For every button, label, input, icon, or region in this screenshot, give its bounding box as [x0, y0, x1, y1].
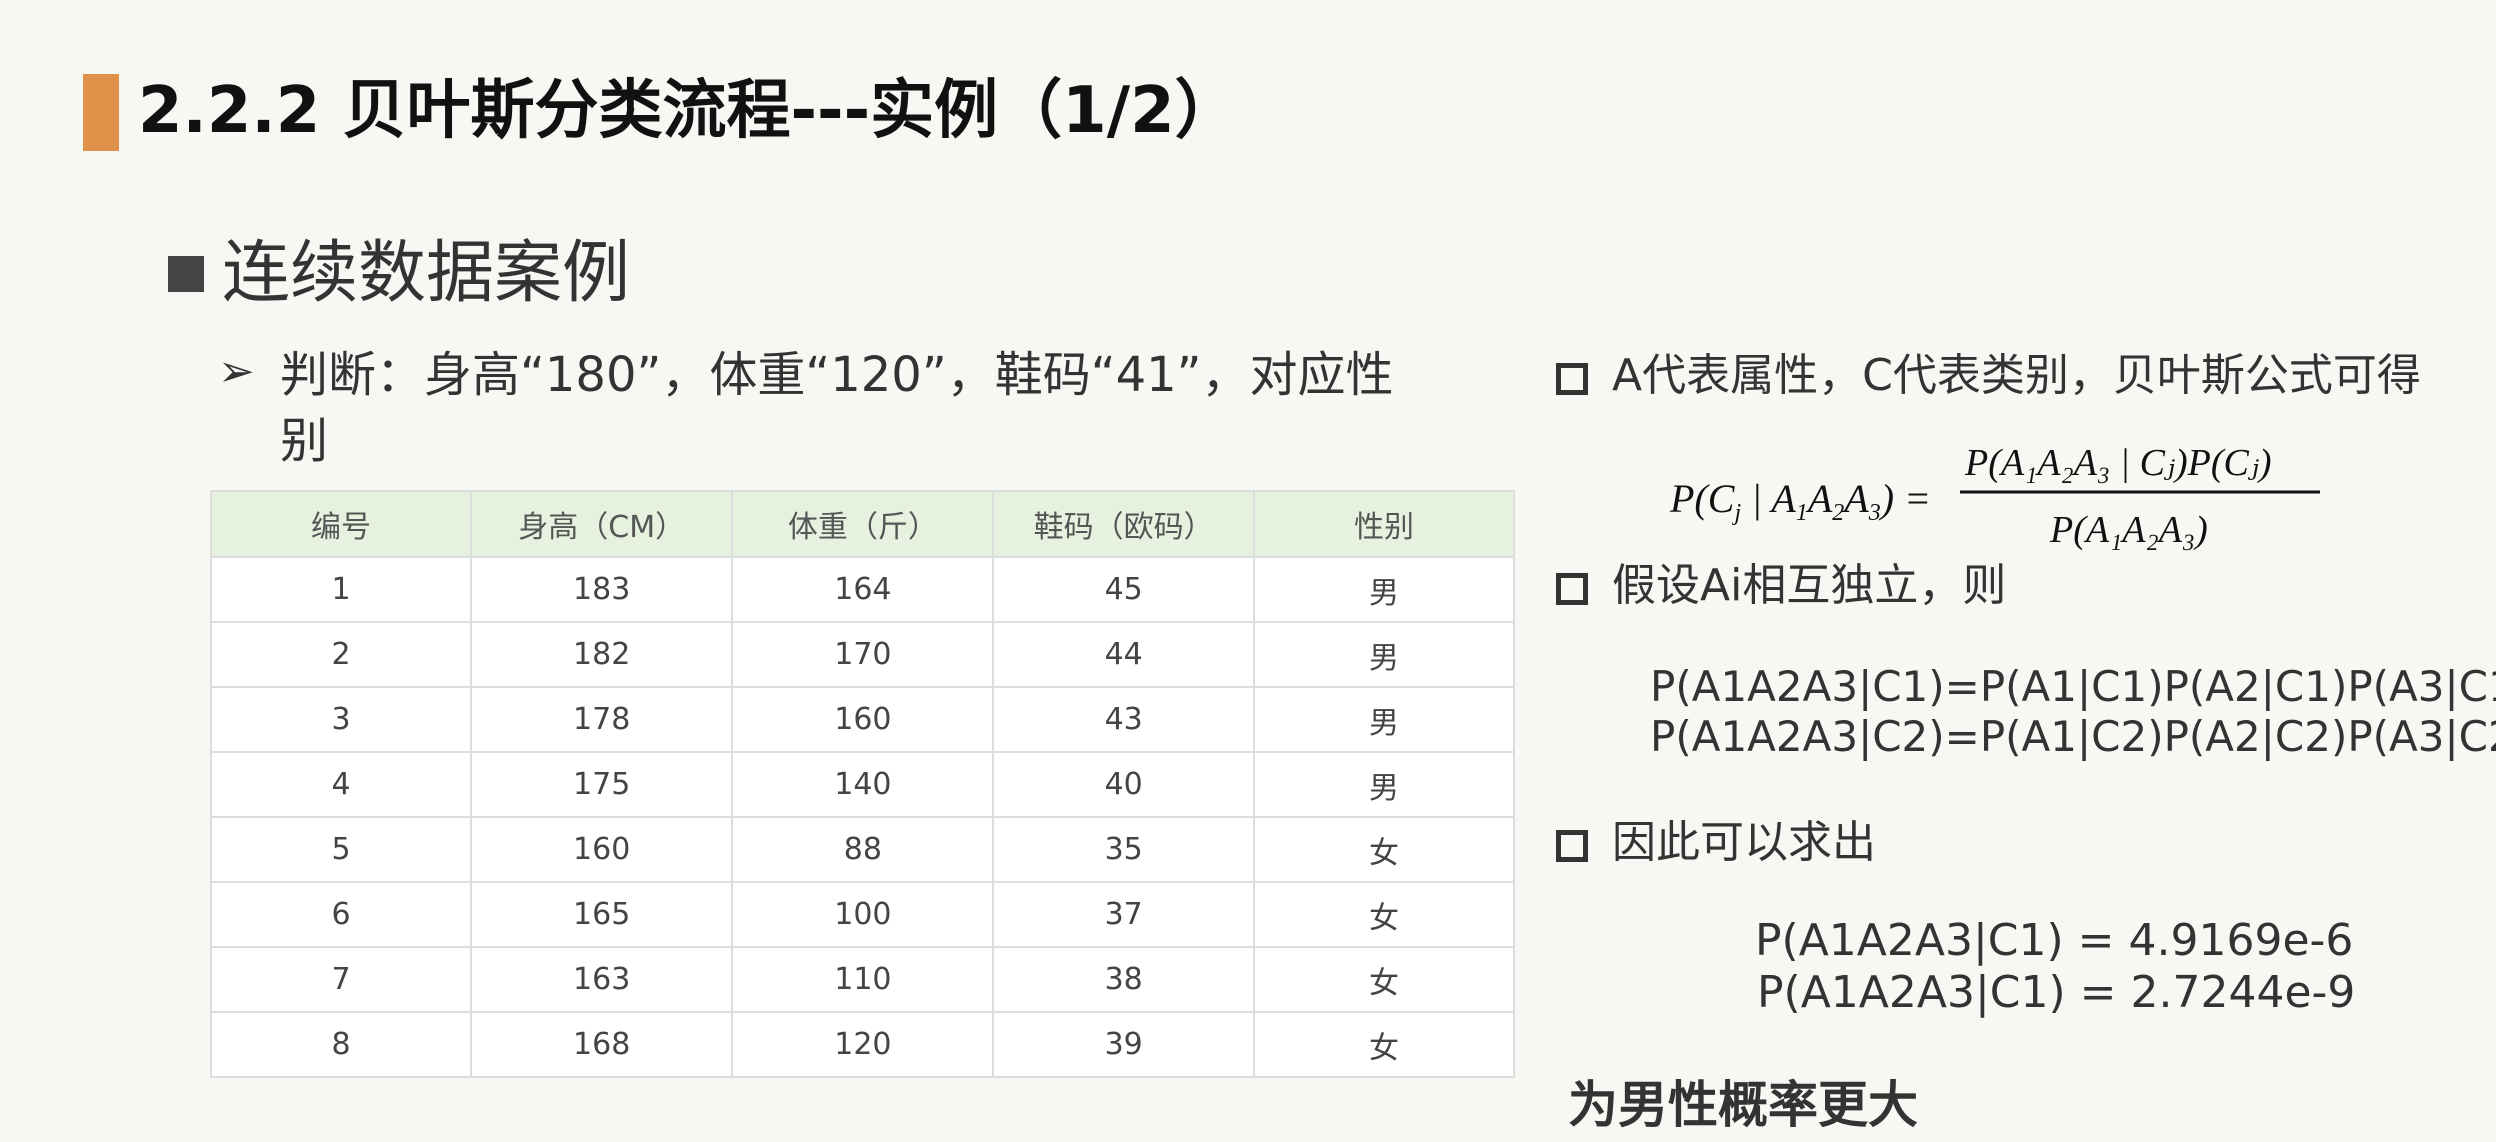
table-row: 3 178 160 43 男 [209, 686, 1516, 753]
page-title: 2.2.2 贝叶斯分类流程---实例（1/2） [138, 74, 1239, 148]
column-header: 身高（CM） [470, 490, 734, 558]
table-cell: 女 [1252, 816, 1516, 883]
column-header: 编号 [209, 490, 473, 558]
table-cell: 38 [992, 946, 1255, 1013]
table-cell: 女 [1252, 1011, 1516, 1078]
result-c2: P(A1A2A3|C1) = 2.7244e-9 [1757, 967, 2356, 1018]
attribute-note: A代表属性，C代表类别，贝叶斯公式可得 [1612, 350, 2421, 401]
table-cell: 183 [470, 556, 734, 623]
table-cell: 163 [470, 946, 734, 1013]
table-cell: 4 [209, 751, 473, 818]
table-cell: 1 [209, 556, 473, 623]
table-cell: 160 [731, 686, 995, 753]
table-cell: 175 [470, 751, 734, 818]
formula-numerator: P(A₁A₂A₃ | Cⱼ)P(Cⱼ) [1964, 442, 2272, 484]
formula-denominator: P(A₁A₂A₃) [2049, 509, 2208, 551]
table-row: 8 168 120 39 女 [209, 1011, 1516, 1078]
independence-note: 假设Ai相互独立，则 [1612, 560, 2007, 611]
table-cell: 男 [1252, 556, 1516, 623]
square-bullet-icon [168, 256, 204, 292]
table-header-row: 编号 身高（CM） 体重（斤） 鞋码（欧码） 性别 [209, 490, 1516, 558]
table-cell: 88 [731, 816, 995, 883]
equation-c2: P(A1A2A3|C2)=P(A1|C2)P(A2|C2)P(A3|C2) [1650, 712, 2496, 761]
question-text: 判断：身高“180”，体重“120”，鞋码“41”，对应性别 [280, 347, 1394, 469]
table-cell: 6 [209, 881, 473, 948]
section-heading: 连续数据案例 [222, 234, 631, 313]
table-cell: 164 [731, 556, 995, 623]
table-cell: 40 [992, 751, 1255, 818]
table-cell: 100 [731, 881, 995, 948]
hollow-square-bullet-icon [1556, 573, 1588, 605]
table-row: 1 183 164 45 男 [209, 556, 1516, 623]
table-cell: 39 [992, 1011, 1255, 1078]
table-cell: 45 [992, 556, 1255, 623]
data-table: 编号 身高（CM） 体重（斤） 鞋码（欧码） 性别 1 183 164 45 男… [209, 490, 1516, 1078]
table-cell: 35 [992, 816, 1255, 883]
column-header: 体重（斤） [731, 490, 995, 558]
conclusion-text: 为男性概率更大 [1568, 1076, 1918, 1134]
table-cell: 7 [209, 946, 473, 1013]
table-row: 2 182 170 44 男 [209, 621, 1516, 688]
table-row: 4 175 140 40 男 [209, 751, 1516, 818]
table-cell: 178 [470, 686, 734, 753]
table-cell: 3 [209, 686, 473, 753]
table-cell: 女 [1252, 946, 1516, 1013]
table-cell: 女 [1252, 881, 1516, 948]
table-cell: 男 [1252, 621, 1516, 688]
table-cell: 140 [731, 751, 995, 818]
table-cell: 120 [731, 1011, 995, 1078]
therefore-note: 因此可以求出 [1612, 817, 1876, 868]
table-cell: 170 [731, 621, 995, 688]
table-cell: 男 [1252, 686, 1516, 753]
bayes-formula: P(Cj | A1A2A3) = P(A₁A₂A₃ | Cⱼ)P(Cⱼ) P(A… [1669, 442, 2320, 551]
table-cell: 43 [992, 686, 1255, 753]
table-row: 5 160 88 35 女 [209, 816, 1516, 883]
table-cell: 165 [470, 881, 734, 948]
column-header: 性别 [1252, 490, 1516, 558]
table-cell: 182 [470, 621, 734, 688]
table-cell: 8 [209, 1011, 473, 1078]
table-row: 6 165 100 37 女 [209, 881, 1516, 948]
table-cell: 44 [992, 621, 1255, 688]
equation-c1: P(A1A2A3|C1)=P(A1|C1)P(A2|C1)P(A3|C1) [1650, 662, 2496, 711]
table-cell: 5 [209, 816, 473, 883]
hollow-square-bullet-icon [1556, 830, 1588, 862]
result-c1: P(A1A2A3|C1) = 4.9169e-6 [1755, 915, 2354, 966]
table-cell: 160 [470, 816, 734, 883]
formula-lhs: P(C [1669, 476, 1736, 521]
table-cell: 男 [1252, 751, 1516, 818]
column-header: 鞋码（欧码） [992, 490, 1255, 558]
table-cell: 168 [470, 1011, 734, 1078]
table-cell: 2 [209, 621, 473, 688]
table-row: 7 163 110 38 女 [209, 946, 1516, 1013]
hollow-square-bullet-icon [1556, 363, 1588, 395]
table-cell: 110 [731, 946, 995, 1013]
svg-text:P(Cj | A1A2A3) =: P(Cj | A1A2A3) = [1669, 476, 1931, 526]
arrow-bullet-icon: ➢ [218, 346, 255, 397]
table-cell: 37 [992, 881, 1255, 948]
title-accent-bar [83, 74, 119, 151]
